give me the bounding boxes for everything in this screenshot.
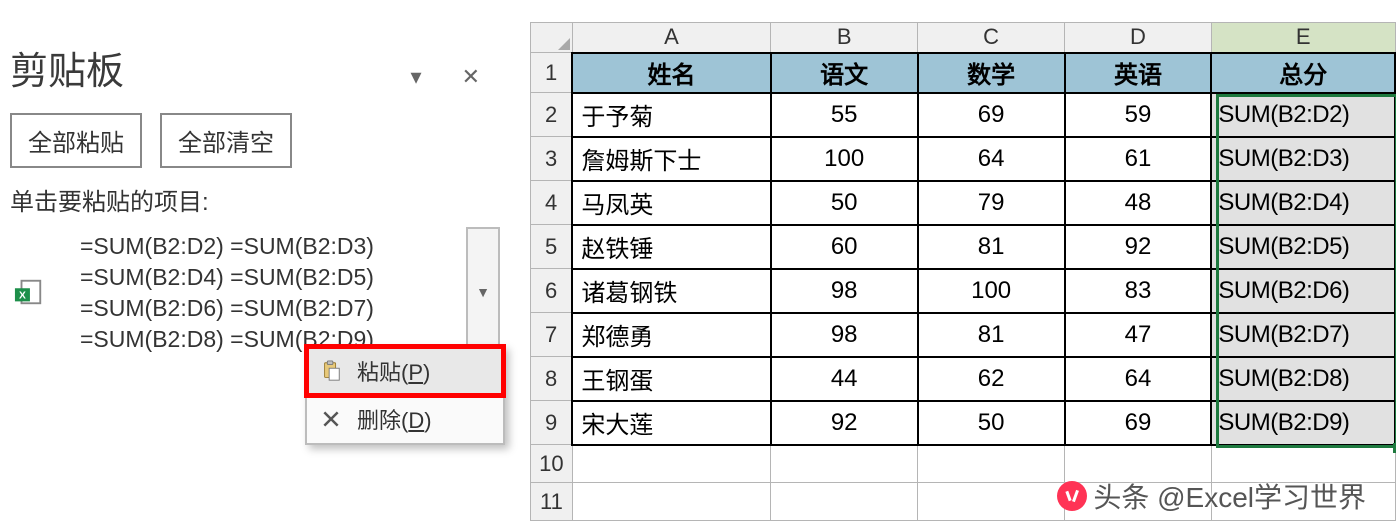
dropdown-arrow-icon[interactable]: ▾ <box>411 64 422 90</box>
header-total[interactable]: 总分 <box>1211 53 1395 93</box>
row-header[interactable]: 11 <box>531 483 573 521</box>
clipboard-item[interactable]: X =SUM(B2:D2) =SUM(B2:D3) =SUM(B2:D4) =S… <box>10 227 510 359</box>
delete-x-icon <box>319 407 343 431</box>
col-header-C[interactable]: C <box>918 23 1065 53</box>
watermark: 头条 @Excel学习世界 <box>1057 476 1366 516</box>
cell-empty[interactable] <box>572 483 770 521</box>
header-chinese[interactable]: 语文 <box>771 53 918 93</box>
row-header[interactable]: 7 <box>531 313 573 357</box>
cell-formula[interactable]: SUM(B2:D7) <box>1211 313 1395 357</box>
select-all-corner[interactable] <box>531 23 573 53</box>
row-header-1[interactable]: 1 <box>531 53 573 93</box>
header-english[interactable]: 英语 <box>1065 53 1212 93</box>
cell-empty[interactable] <box>771 483 918 521</box>
cell[interactable]: 98 <box>771 313 918 357</box>
svg-text:X: X <box>19 291 26 302</box>
context-menu-delete[interactable]: 删除(D) <box>307 395 503 443</box>
row-header[interactable]: 9 <box>531 401 573 445</box>
toutiao-icon <box>1057 481 1087 511</box>
spreadsheet-grid[interactable]: A B C D E 1 姓名 语文 数学 英语 总分 2 于予菊 55 69 5… <box>530 22 1396 521</box>
cell[interactable]: 61 <box>1065 137 1212 181</box>
cell-formula[interactable]: SUM(B2:D8) <box>1211 357 1395 401</box>
cell[interactable]: 64 <box>918 137 1065 181</box>
row-header[interactable]: 3 <box>531 137 573 181</box>
cell[interactable]: 48 <box>1065 181 1212 225</box>
header-name[interactable]: 姓名 <box>572 53 770 93</box>
cell-empty[interactable] <box>771 445 918 483</box>
col-header-E[interactable]: E <box>1211 23 1395 53</box>
cell[interactable]: 于予菊 <box>572 93 770 137</box>
context-menu-delete-label: 删除(D) <box>357 403 432 435</box>
cell[interactable]: 81 <box>918 313 1065 357</box>
cell-formula[interactable]: SUM(B2:D4) <box>1211 181 1395 225</box>
cell[interactable]: 宋大莲 <box>572 401 770 445</box>
cell-formula[interactable]: SUM(B2:D2) <box>1211 93 1395 137</box>
clipboard-item-dropdown[interactable]: ▼ <box>466 227 500 357</box>
cell[interactable]: 王钢蛋 <box>572 357 770 401</box>
cell[interactable]: 59 <box>1065 93 1212 137</box>
cell[interactable]: 詹姆斯下士 <box>572 137 770 181</box>
cell[interactable]: 马凤英 <box>572 181 770 225</box>
col-header-B[interactable]: B <box>771 23 918 53</box>
row-header[interactable]: 2 <box>531 93 573 137</box>
row-header[interactable]: 10 <box>531 445 573 483</box>
chevron-down-icon: ▼ <box>476 284 490 300</box>
col-header-D[interactable]: D <box>1065 23 1212 53</box>
cell-formula[interactable]: SUM(B2:D3) <box>1211 137 1395 181</box>
cell-formula[interactable]: SUM(B2:D6) <box>1211 269 1395 313</box>
cell[interactable]: 69 <box>918 93 1065 137</box>
paste-icon <box>319 359 343 383</box>
cell[interactable]: 100 <box>771 137 918 181</box>
close-icon[interactable]: ✕ <box>462 64 480 90</box>
clear-all-button[interactable]: 全部清空 <box>160 113 292 168</box>
cell-formula[interactable]: SUM(B2:D9) <box>1211 401 1395 445</box>
context-menu: 粘贴(P) 删除(D) <box>305 345 505 445</box>
clipboard-title: 剪贴板 <box>10 40 411 95</box>
row-header[interactable]: 8 <box>531 357 573 401</box>
cell[interactable]: 62 <box>918 357 1065 401</box>
clipboard-formula-text: =SUM(B2:D2) =SUM(B2:D3) =SUM(B2:D4) =SUM… <box>72 227 382 359</box>
cell[interactable]: 60 <box>771 225 918 269</box>
cell[interactable]: 69 <box>1065 401 1212 445</box>
cell[interactable]: 47 <box>1065 313 1212 357</box>
header-math[interactable]: 数学 <box>918 53 1065 93</box>
cell[interactable]: 83 <box>1065 269 1212 313</box>
cell[interactable]: 44 <box>771 357 918 401</box>
col-header-A[interactable]: A <box>572 23 770 53</box>
cell[interactable]: 50 <box>918 401 1065 445</box>
cell[interactable]: 55 <box>771 93 918 137</box>
cell[interactable]: 79 <box>918 181 1065 225</box>
clipboard-pane: 剪贴板 ▾ ✕ 全部粘贴 全部清空 单击要粘贴的项目: X =SUM(B2:D2… <box>10 40 510 359</box>
cell[interactable]: 郑德勇 <box>572 313 770 357</box>
row-header[interactable]: 5 <box>531 225 573 269</box>
cell[interactable]: 100 <box>918 269 1065 313</box>
cell[interactable]: 诸葛钢铁 <box>572 269 770 313</box>
row-header[interactable]: 4 <box>531 181 573 225</box>
cell[interactable]: 92 <box>771 401 918 445</box>
cell-empty[interactable] <box>918 445 1065 483</box>
cell[interactable]: 98 <box>771 269 918 313</box>
cell[interactable]: 92 <box>1065 225 1212 269</box>
clipboard-instruction: 单击要粘贴的项目: <box>10 182 510 217</box>
row-header[interactable]: 6 <box>531 269 573 313</box>
context-menu-paste-label: 粘贴(P) <box>357 355 430 387</box>
excel-sheet-icon: X <box>14 277 44 307</box>
cell-empty[interactable] <box>918 483 1065 521</box>
paste-all-button[interactable]: 全部粘贴 <box>10 113 142 168</box>
cell[interactable]: 赵铁锤 <box>572 225 770 269</box>
cell[interactable]: 64 <box>1065 357 1212 401</box>
cell[interactable]: 81 <box>918 225 1065 269</box>
cell[interactable]: 50 <box>771 181 918 225</box>
context-menu-paste[interactable]: 粘贴(P) <box>307 347 503 395</box>
cell-empty[interactable] <box>572 445 770 483</box>
cell-formula[interactable]: SUM(B2:D5) <box>1211 225 1395 269</box>
